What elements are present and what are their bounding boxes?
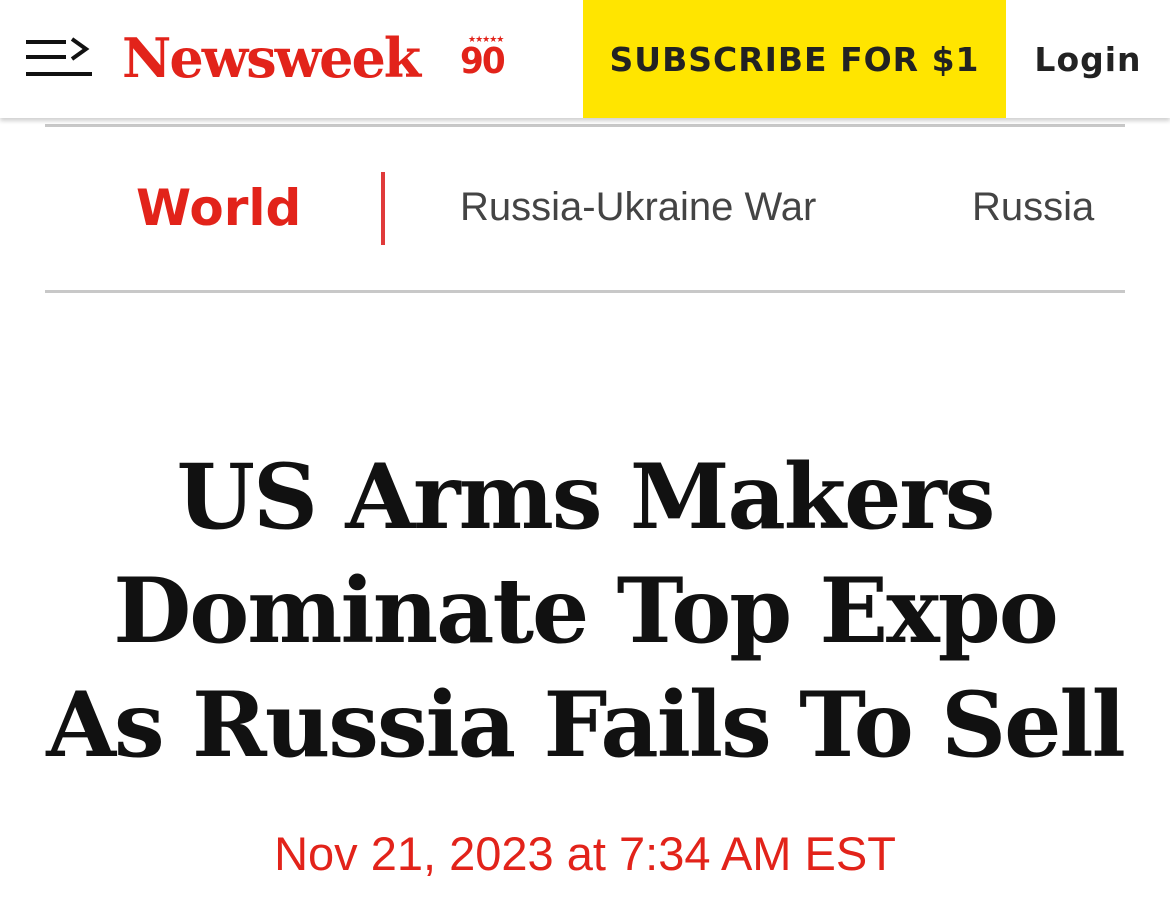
section-nav-bottom-rule (45, 290, 1125, 293)
headline-line: Dominate Top Expo (113, 558, 1059, 664)
headline-line: US Arms Makers (176, 444, 996, 550)
article-headline: US Arms Makers Dominate Top Expo As Russ… (20, 440, 1150, 782)
headline-line: As Russia Fails To Sell (46, 672, 1126, 778)
section-nav-top-rule (45, 124, 1125, 127)
subscribe-button[interactable]: SUBSCRIBE FOR $1 (583, 0, 1006, 118)
menu-button[interactable] (26, 36, 94, 80)
article-dateline: Nov 21, 2023 at 7:34 AM EST (274, 827, 896, 880)
section-link-world[interactable]: World (136, 178, 301, 238)
anniversary-number: 90 (460, 41, 506, 82)
top-header: Newsweek ★★★★★ 90 SUBSCRIBE FOR $1 Login (0, 0, 1170, 118)
anniversary-badge: ★★★★★ 90 (460, 34, 512, 84)
login-button[interactable]: Login (1006, 0, 1170, 118)
section-divider (381, 172, 385, 245)
newsweek-logo[interactable]: Newsweek (122, 22, 421, 94)
topic-link-russia[interactable]: Russia (972, 182, 1094, 232)
topic-link-russia-ukraine-war[interactable]: Russia-Ukraine War (460, 182, 816, 232)
menu-arrow-icon (26, 37, 92, 76)
